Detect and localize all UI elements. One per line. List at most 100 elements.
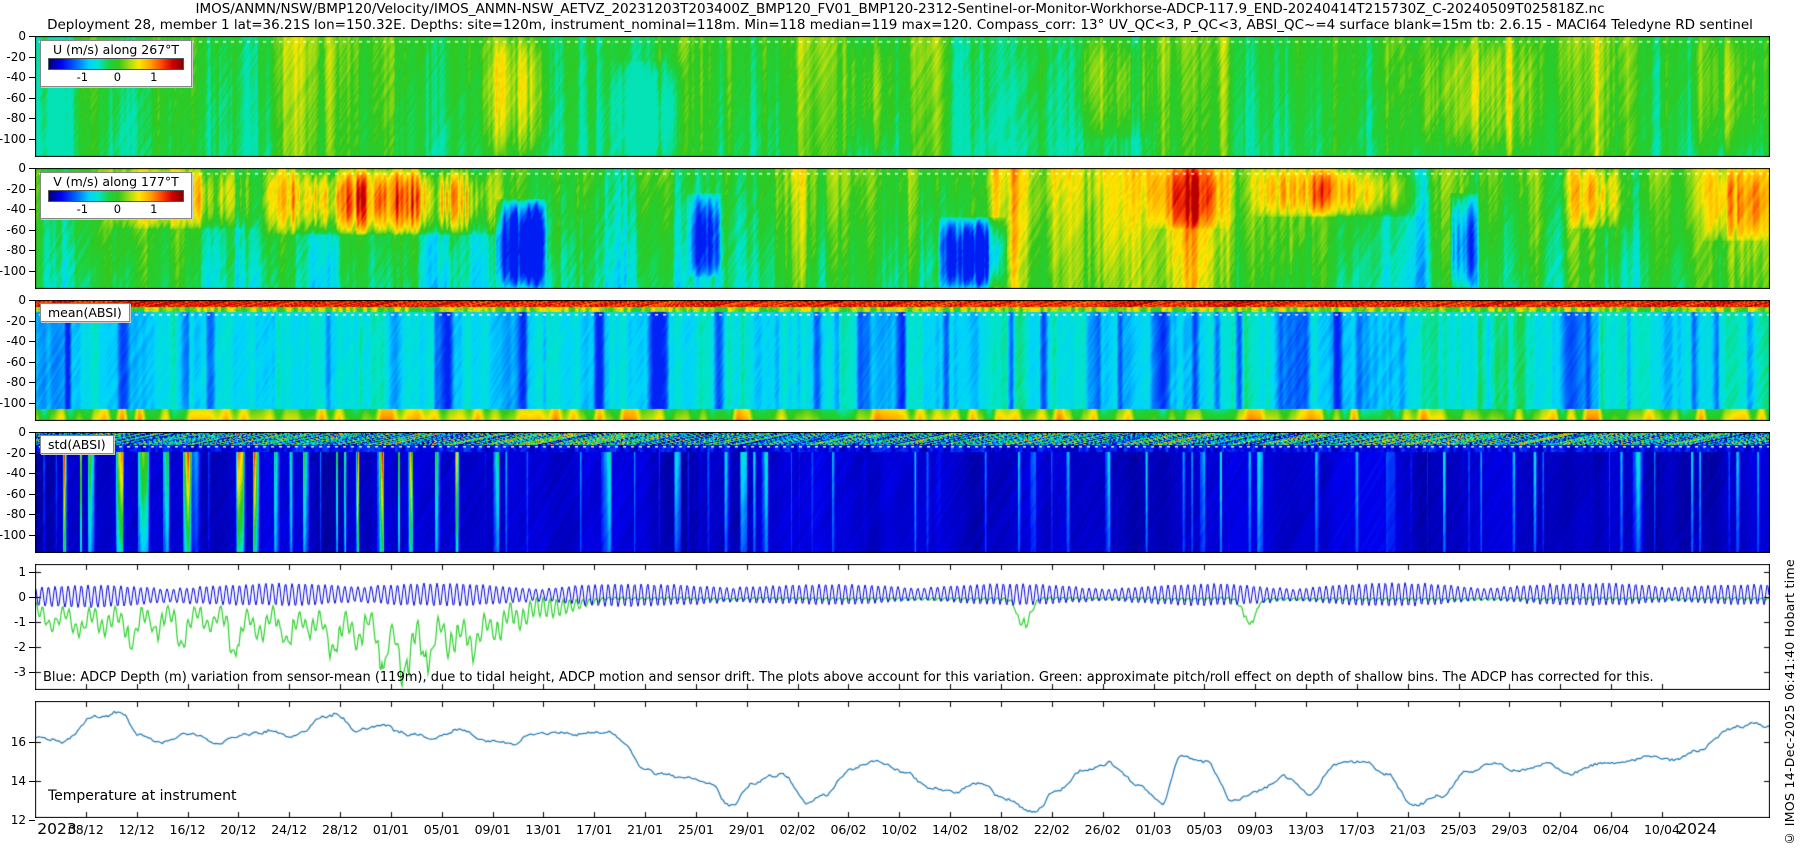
x-tick-label: 08/12: [68, 822, 104, 837]
x-tick-label: 13/03: [1288, 822, 1324, 837]
x-tick-label: 06/04: [1593, 822, 1629, 837]
y-tick-label: -40: [6, 70, 26, 84]
x-axis-date-labels: 2023 2024 08/1212/1216/1220/1224/1228/12…: [0, 819, 1800, 843]
y-tick-label: -80: [6, 507, 26, 521]
y-tick-label: -60: [6, 487, 26, 501]
x-tick-label: 17/03: [1339, 822, 1375, 837]
x-tick-label: 06/02: [830, 822, 866, 837]
v-colorbar-gradient: [48, 190, 184, 202]
x-tick-label: 16/12: [170, 822, 206, 837]
x-tick-label: 02/02: [780, 822, 816, 837]
x-tick-label: 01/03: [1136, 822, 1172, 837]
x-tick-label: 28/12: [322, 822, 358, 837]
x-tick-label: 09/03: [1237, 822, 1273, 837]
x-tick-label: 14/02: [932, 822, 968, 837]
u-colorbar-tick: 0: [114, 70, 121, 84]
y-tick-label: 14: [11, 774, 26, 788]
x-tick-label: 10/02: [881, 822, 917, 837]
y-tick-label: -1: [14, 615, 26, 629]
copyright-watermark: © IMOS 14-Dec-2025 06:41:40 Hobart time: [1782, 559, 1797, 846]
x-tick-label: 17/01: [576, 822, 612, 837]
y-tick-label: -80: [6, 243, 26, 257]
panel-std-absi: 0-20-40-60-80-100 std(ABSI): [35, 432, 1770, 553]
x-tick-label: 10/04: [1644, 822, 1680, 837]
y-tick-label: -3: [14, 665, 26, 679]
std-absi-label: std(ABSI): [40, 435, 114, 454]
v-y-axis-ticks: 0-20-40-60-80-100: [0, 168, 35, 289]
mean-absi-heatmap-canvas: [35, 300, 1770, 421]
y-tick-label: -20: [6, 314, 26, 328]
v-colorbar-tick-labels: -1 0 1: [46, 202, 186, 216]
y-tick-label: -100: [0, 132, 26, 146]
x-tick-label: 01/01: [373, 822, 409, 837]
depth-variation-caption: Blue: ADCP Depth (m) variation from sens…: [43, 670, 1654, 685]
panel-v-velocity: 0-20-40-60-80-100 V (m/s) along 177°T -1…: [35, 168, 1770, 289]
y-tick-label: -80: [6, 375, 26, 389]
temperature-y-axis-ticks: 161412: [0, 701, 35, 818]
y-tick-label: 0: [18, 293, 26, 307]
x-tick-label: 25/01: [678, 822, 714, 837]
x-tick-label: 12/12: [119, 822, 155, 837]
x-tick-label: 20/12: [220, 822, 256, 837]
v-colorbar-legend: V (m/s) along 177°T -1 0 1: [40, 172, 192, 219]
y-tick-label: 16: [11, 735, 26, 749]
v-colorbar-title: V (m/s) along 177°T: [46, 174, 186, 189]
y-tick-label: -20: [6, 446, 26, 460]
y-tick-label: -40: [6, 334, 26, 348]
x-tick-label: 29/01: [729, 822, 765, 837]
x-tick-label: 18/02: [983, 822, 1019, 837]
panel-u-velocity: 0-20-40-60-80-100 U (m/s) along 267°T -1…: [35, 36, 1770, 157]
v-colorbar-tick: -1: [77, 202, 88, 216]
panel-temperature: 161412 Temperature at instrument: [35, 701, 1770, 818]
y-tick-label: 1: [18, 565, 26, 579]
y-tick-label: 0: [18, 29, 26, 43]
x-tick-label: 22/02: [1034, 822, 1070, 837]
u-colorbar-tick: 1: [150, 70, 157, 84]
u-colorbar-tick-labels: -1 0 1: [46, 70, 186, 84]
y-tick-label: -100: [0, 264, 26, 278]
y-tick-label: -80: [6, 111, 26, 125]
u-colorbar-title: U (m/s) along 267°T: [46, 42, 186, 57]
y-tick-label: 0: [18, 425, 26, 439]
mean-absi-y-axis-ticks: 0-20-40-60-80-100: [0, 300, 35, 421]
y-tick-label: -100: [0, 396, 26, 410]
u-velocity-heatmap-canvas: [35, 36, 1770, 157]
y-tick-label: 0: [18, 161, 26, 175]
y-tick-label: -40: [6, 202, 26, 216]
y-tick-label: -20: [6, 182, 26, 196]
x-tick-label: 09/01: [475, 822, 511, 837]
x-tick-label: 02/04: [1542, 822, 1578, 837]
x-tick-label: 26/02: [1085, 822, 1121, 837]
y-tick-label: -60: [6, 223, 26, 237]
v-colorbar-tick: 1: [150, 202, 157, 216]
figure-title-filename: IMOS/ANMN/NSW/BMP120/Velocity/IMOS_ANMN-…: [0, 1, 1800, 17]
u-colorbar-gradient: [48, 58, 184, 70]
std-absi-heatmap-canvas: [35, 432, 1770, 553]
x-tick-label: 24/12: [271, 822, 307, 837]
y-tick-label: -60: [6, 355, 26, 369]
x-tick-label: 25/03: [1441, 822, 1477, 837]
u-colorbar-legend: U (m/s) along 267°T -1 0 1: [40, 40, 192, 87]
u-y-axis-ticks: 0-20-40-60-80-100: [0, 36, 35, 157]
x-tick-label: 21/01: [627, 822, 663, 837]
y-tick-label: -60: [6, 91, 26, 105]
temperature-line-canvas: [35, 701, 1770, 818]
x-tick-label: 05/03: [1186, 822, 1222, 837]
figure-root: IMOS/ANMN/NSW/BMP120/Velocity/IMOS_ANMN-…: [0, 0, 1800, 850]
panel-mean-absi: 0-20-40-60-80-100 mean(ABSI): [35, 300, 1770, 421]
x-tick-label: 13/01: [525, 822, 561, 837]
std-absi-y-axis-ticks: 0-20-40-60-80-100: [0, 432, 35, 553]
y-tick-label: 0: [18, 590, 26, 604]
panel-depth-variation: 10-1-2-3 Blue: ADCP Depth (m) variation …: [35, 564, 1770, 690]
x-axis-year-end: 2024: [1677, 820, 1716, 838]
u-colorbar-tick: -1: [77, 70, 88, 84]
x-tick-label: 05/01: [424, 822, 460, 837]
x-tick-label: 29/03: [1491, 822, 1527, 837]
x-tick-label: 21/03: [1390, 822, 1426, 837]
y-tick-label: -40: [6, 466, 26, 480]
y-tick-label: -2: [14, 640, 26, 654]
y-tick-label: -100: [0, 528, 26, 542]
mean-absi-label: mean(ABSI): [40, 303, 130, 322]
y-tick-label: -20: [6, 50, 26, 64]
temperature-label: Temperature at instrument: [48, 788, 236, 804]
